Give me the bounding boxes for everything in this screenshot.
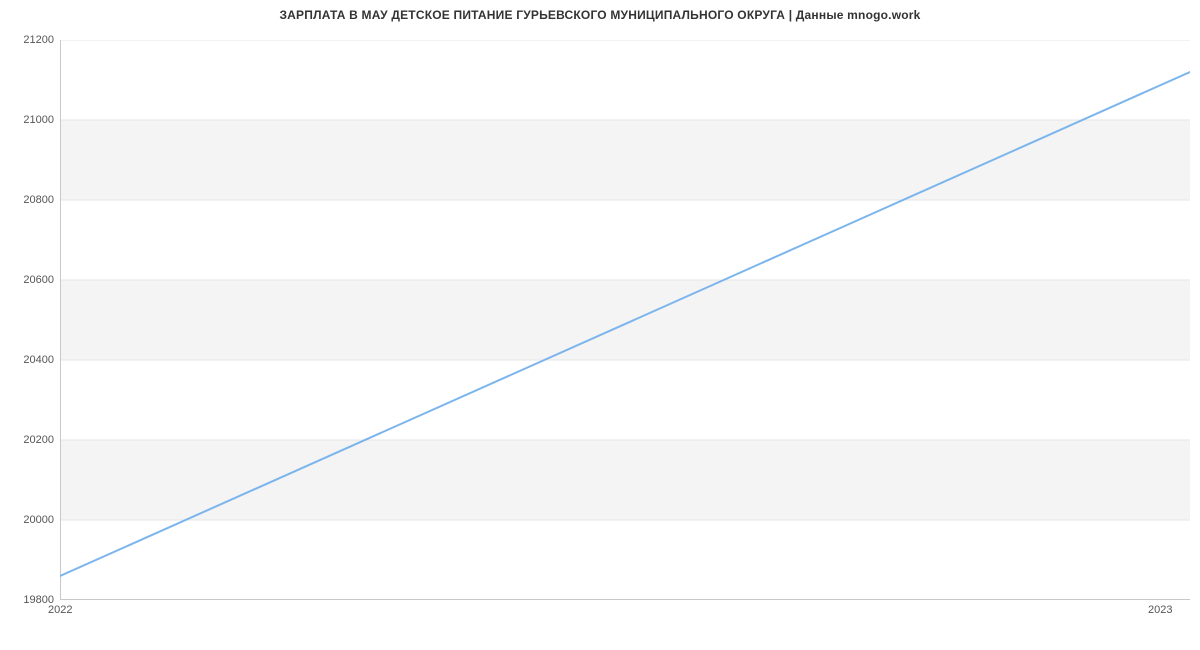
plot-svg bbox=[60, 40, 1190, 600]
y-tick-label: 20800 bbox=[4, 194, 54, 206]
line-chart: ЗАРПЛАТА В МАУ ДЕТСКОЕ ПИТАНИЕ ГУРЬЕВСКО… bbox=[0, 0, 1200, 650]
plot-area bbox=[60, 40, 1190, 600]
y-tick-label: 21200 bbox=[4, 34, 54, 46]
y-tick-label: 21000 bbox=[4, 114, 54, 126]
y-tick-label: 20600 bbox=[4, 274, 54, 286]
y-tick-label: 20200 bbox=[4, 434, 54, 446]
chart-title: ЗАРПЛАТА В МАУ ДЕТСКОЕ ПИТАНИЕ ГУРЬЕВСКО… bbox=[0, 8, 1200, 22]
x-tick-label: 2023 bbox=[1148, 604, 1172, 616]
y-tick-label: 20400 bbox=[4, 354, 54, 366]
y-tick-label: 19800 bbox=[4, 594, 54, 606]
x-tick-label: 2022 bbox=[48, 604, 72, 616]
y-tick-label: 20000 bbox=[4, 514, 54, 526]
